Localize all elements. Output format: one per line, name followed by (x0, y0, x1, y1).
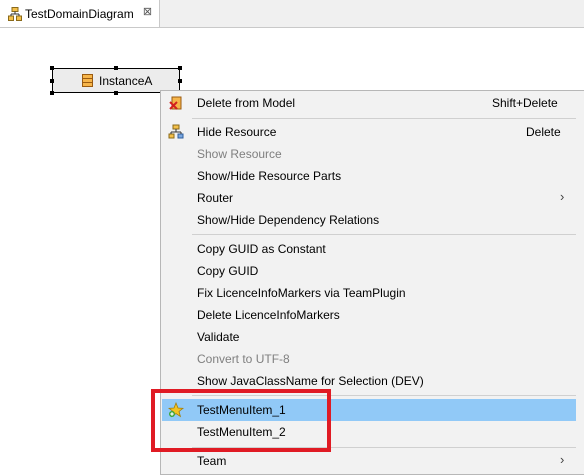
menu-item-label: Copy GUID (197, 264, 259, 278)
tab-test-domain-diagram[interactable]: TestDomainDiagram ⊠ (0, 0, 160, 27)
chevron-right-icon: › (560, 452, 565, 467)
menu-item-show-hide-dependency-relations[interactable]: Show/Hide Dependency Relations (162, 209, 576, 231)
menu-item-fix-licenceinfomarkers[interactable]: Fix LicenceInfoMarkers via TeamPlugin (162, 282, 576, 304)
menu-item-label: Delete from Model (197, 96, 296, 110)
menu-item-label: Show JavaClassName for Selection (DEV) (197, 374, 424, 388)
selection-handle[interactable] (178, 79, 182, 83)
menu-item-validate[interactable]: Validate (162, 326, 576, 348)
close-icon[interactable]: ⊠ (141, 6, 154, 19)
editor-tab-strip: TestDomainDiagram ⊠ (0, 0, 584, 28)
selection-handle[interactable] (114, 91, 118, 95)
class-icon (82, 74, 93, 87)
menu-item-delete-from-model[interactable]: Delete from Model Shift+Delete (162, 92, 576, 114)
menu-item-show-resource[interactable]: Show Resource (162, 143, 576, 165)
menu-item-label: Show/Hide Dependency Relations (197, 213, 380, 227)
selection-handle[interactable] (50, 91, 54, 95)
menu-item-label: Router (197, 191, 234, 205)
menu-item-label: Copy GUID as Constant (197, 242, 326, 256)
menu-item-shortcut: Shift+Delete (492, 96, 558, 110)
selection-handle[interactable] (50, 79, 54, 83)
menu-separator (192, 234, 576, 235)
menu-separator (192, 118, 576, 119)
menu-item-label: Fix LicenceInfoMarkers via TeamPlugin (197, 286, 406, 300)
node-label: InstanceA (99, 74, 153, 88)
selection-handle[interactable] (178, 66, 182, 70)
selection-handle[interactable] (50, 66, 54, 70)
tab-title: TestDomainDiagram (25, 7, 134, 21)
menu-item-convert-to-utf8[interactable]: Convert to UTF-8 (162, 348, 576, 370)
menu-item-label: Validate (197, 330, 240, 344)
hide-resource-icon (168, 124, 184, 140)
menu-item-delete-licenceinfomarkers[interactable]: Delete LicenceInfoMarkers (162, 304, 576, 326)
menu-item-label: Convert to UTF-8 (197, 352, 290, 366)
diagram-icon (8, 7, 22, 21)
menu-item-label: Hide Resource (197, 125, 277, 139)
chevron-right-icon: › (560, 189, 565, 204)
menu-item-shortcut: Delete (526, 125, 561, 139)
selection-handle[interactable] (114, 66, 118, 70)
menu-item-hide-resource[interactable]: Hide Resource Delete (162, 121, 576, 143)
annotation-highlight-box (151, 389, 331, 452)
menu-item-copy-guid-as-constant[interactable]: Copy GUID as Constant (162, 238, 576, 260)
menu-item-router[interactable]: Router › (162, 187, 576, 209)
menu-item-team[interactable]: Team › (162, 450, 576, 472)
menu-item-label: Show/Hide Resource Parts (197, 169, 342, 183)
menu-item-show-hide-resource-parts[interactable]: Show/Hide Resource Parts (162, 165, 576, 187)
menu-item-label: Delete LicenceInfoMarkers (197, 308, 340, 322)
menu-item-label: Team (197, 454, 227, 468)
delete-model-icon (168, 95, 184, 111)
menu-item-label: Show Resource (197, 147, 282, 161)
menu-item-copy-guid[interactable]: Copy GUID (162, 260, 576, 282)
